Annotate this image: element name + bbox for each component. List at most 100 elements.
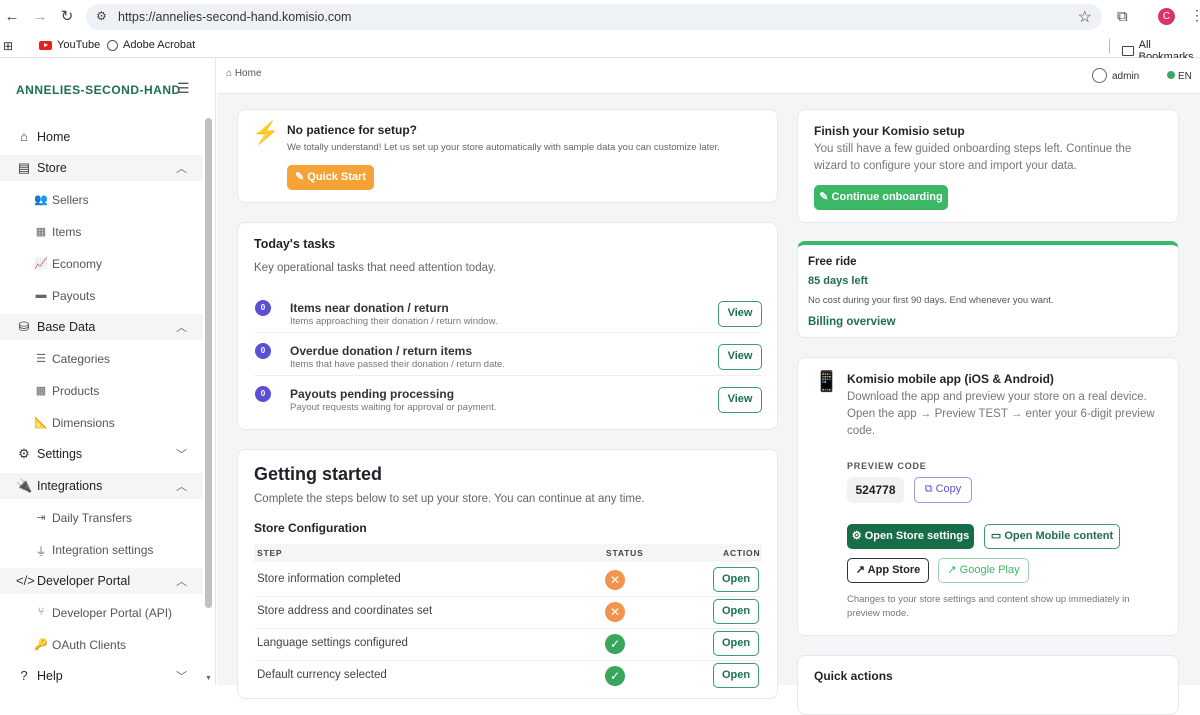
bookmark-label: YouTube xyxy=(57,39,101,51)
sidebar-item-products[interactable]: ▩ Products xyxy=(0,378,203,404)
sidebar-item-categories[interactable]: ☰ Categories xyxy=(0,346,203,372)
card-subtitle: Key operational tasks that need attentio… xyxy=(254,262,497,274)
lightning-icon: ⚡ xyxy=(252,120,280,145)
acrobat-icon xyxy=(107,39,118,51)
sidebar-item-store[interactable]: ▤ Store ︿ xyxy=(0,155,203,181)
open-button[interactable]: Open xyxy=(713,631,759,656)
row-divider xyxy=(254,660,762,661)
view-button[interactable]: View xyxy=(718,344,762,370)
breadcrumb[interactable]: ⌂ Home xyxy=(226,68,262,79)
folder-icon xyxy=(1122,46,1134,56)
sidebar-item-label: Integration settings xyxy=(52,543,154,557)
sidebar-item-oauth-clients[interactable]: 🔑 OAuth Clients xyxy=(0,632,203,658)
sidebar-item-integrations[interactable]: 🔌 Integrations ︿ xyxy=(0,473,203,499)
scroll-down-icon[interactable]: ▼ xyxy=(205,675,212,682)
status-pending-icon: ✕ xyxy=(605,602,625,622)
row-divider xyxy=(254,332,762,333)
browser-menu-icon[interactable]: ⋮ xyxy=(1190,7,1200,24)
task-description: Items that have passed their donation / … xyxy=(290,359,505,370)
sidebar-item-label: Home xyxy=(37,130,71,144)
sidebar-item-sellers[interactable]: 👥 Sellers xyxy=(0,187,203,213)
google-play-button[interactable]: ↗ Google Play xyxy=(938,558,1029,583)
card-subtitle: Complete the steps below to set up your … xyxy=(254,493,645,505)
view-button[interactable]: View xyxy=(718,301,762,327)
user-avatar-icon xyxy=(1092,68,1107,83)
chevron-up-icon: ︿ xyxy=(176,576,187,588)
preview-note: Changes to your store settings and conte… xyxy=(847,594,1130,605)
sidebar-item-economy[interactable]: 📈 Economy xyxy=(0,251,203,277)
card-text: We totally understand! Let us set up you… xyxy=(287,142,720,153)
sidebar-item-items[interactable]: ▦ Items xyxy=(0,219,203,245)
bookmark-acrobat[interactable]: Adobe Acrobat xyxy=(107,39,195,51)
sidebar-item-daily-transfers[interactable]: ⇥ Daily Transfers xyxy=(0,505,203,531)
column-header: STATUS xyxy=(606,548,644,558)
view-button[interactable]: View xyxy=(718,387,762,413)
card-text: code. xyxy=(847,425,876,437)
profile-avatar[interactable]: C xyxy=(1158,8,1175,25)
sidebar-scrollbar[interactable] xyxy=(205,118,212,608)
open-mobile-content-button[interactable]: ▭ Open Mobile content xyxy=(984,524,1120,549)
open-store-settings-button[interactable]: ⚙ Open Store settings xyxy=(847,524,974,549)
sidebar-item-dimensions[interactable]: 📐 Dimensions xyxy=(0,410,203,436)
task-count-badge: 0 xyxy=(255,386,271,402)
sidebar-item-label: Dimensions xyxy=(52,416,115,430)
copy-button[interactable]: ⧉ Copy xyxy=(914,477,972,503)
card-text: wizard to configure your store and impor… xyxy=(814,160,1077,172)
sidebar-item-integration-settings[interactable]: ⏚ Integration settings xyxy=(0,537,203,563)
plug-icon: ⏚ xyxy=(35,546,47,558)
sidebar-item-label: Developer Portal (API) xyxy=(52,606,173,620)
open-button[interactable]: Open xyxy=(713,567,759,592)
card-title: No patience for setup? xyxy=(287,123,418,137)
key-icon: 🔑 xyxy=(34,639,48,651)
open-button[interactable]: Open xyxy=(713,599,759,624)
billing-overview-link[interactable]: Billing overview xyxy=(808,316,896,328)
top-bar: ⌂ Home admin EN xyxy=(217,58,1200,94)
extensions-icon[interactable]: ⧉ xyxy=(1117,8,1128,25)
status-pending-icon: ✕ xyxy=(605,570,625,590)
todays-tasks-card: Today's tasks Key operational tasks that… xyxy=(237,222,778,430)
forward-icon[interactable]: → xyxy=(31,8,49,26)
preview-note: preview mode. xyxy=(847,608,909,619)
list-icon: ☰ xyxy=(36,353,46,365)
open-button[interactable]: Open xyxy=(713,663,759,688)
bookmark-star-icon[interactable]: ☆ xyxy=(1078,7,1092,27)
sidebar-item-developer-api[interactable]: ⑂ Developer Portal (API) xyxy=(0,600,203,626)
sidebar-item-label: Settings xyxy=(37,447,83,461)
magic-wand-icon: ✎ xyxy=(295,171,308,183)
sidebar-item-label: Daily Transfers xyxy=(52,511,133,525)
button-label: App Store xyxy=(867,564,921,576)
plan-title: Free ride xyxy=(808,256,857,268)
site-info-icon[interactable]: ⚙ xyxy=(96,9,107,23)
sidebar-item-developer-portal[interactable]: </> Developer Portal ︿ xyxy=(0,568,203,594)
sidebar-item-label: Developer Portal xyxy=(37,574,131,588)
brand-name: ANNELIES-SECOND-HAND xyxy=(16,83,181,97)
sidebar-item-settings[interactable]: ⚙ Settings ﹀ xyxy=(0,441,203,467)
user-menu[interactable]: admin xyxy=(1092,68,1139,83)
column-header: STEP xyxy=(257,548,283,558)
chevron-up-icon: ︿ xyxy=(176,481,187,493)
apps-grid-icon[interactable]: ⊞ xyxy=(3,39,13,53)
sidebar-item-base-data[interactable]: ⛁ Base Data ︿ xyxy=(0,314,203,340)
bookmarks-divider xyxy=(1109,39,1110,53)
sidebar-toggle-icon[interactable]: ☰ xyxy=(177,80,190,97)
sidebar-item-payouts[interactable]: ▬ Payouts xyxy=(0,283,203,309)
youtube-icon xyxy=(39,40,52,50)
sidebar-item-home[interactable]: ⌂ Home xyxy=(0,124,203,150)
back-icon[interactable]: ← xyxy=(3,8,21,26)
address-bar[interactable]: ⚙ https://annelies-second-hand.komisio.c… xyxy=(86,4,1102,30)
continue-onboarding-button[interactable]: ✎ Continue onboarding xyxy=(814,185,948,210)
reload-icon[interactable]: ↻ xyxy=(58,8,76,26)
main-content: ⌂ Home admin EN ⚡ No patience for setup?… xyxy=(217,58,1200,715)
finish-setup-card: Finish your Komisio setup You still have… xyxy=(797,109,1179,223)
step-label: Store information completed xyxy=(257,573,401,585)
browser-toolbar: ← → ↻ ⚙ https://annelies-second-hand.kom… xyxy=(0,0,1200,34)
app-store-button[interactable]: ↗ App Store xyxy=(847,558,929,583)
quick-setup-card: ⚡ No patience for setup? We totally unde… xyxy=(237,109,778,203)
card-text: You still have a few guided onboarding s… xyxy=(814,143,1132,155)
bookmark-youtube[interactable]: YouTube xyxy=(39,39,100,51)
card-title: Quick actions xyxy=(814,669,893,683)
language-switch[interactable]: EN xyxy=(1167,71,1192,82)
quick-start-button[interactable]: ✎ Quick Start xyxy=(287,165,374,190)
sidebar-item-help[interactable]: ? Help ﹀ xyxy=(0,663,203,689)
sidebar-item-label: Products xyxy=(52,384,100,398)
